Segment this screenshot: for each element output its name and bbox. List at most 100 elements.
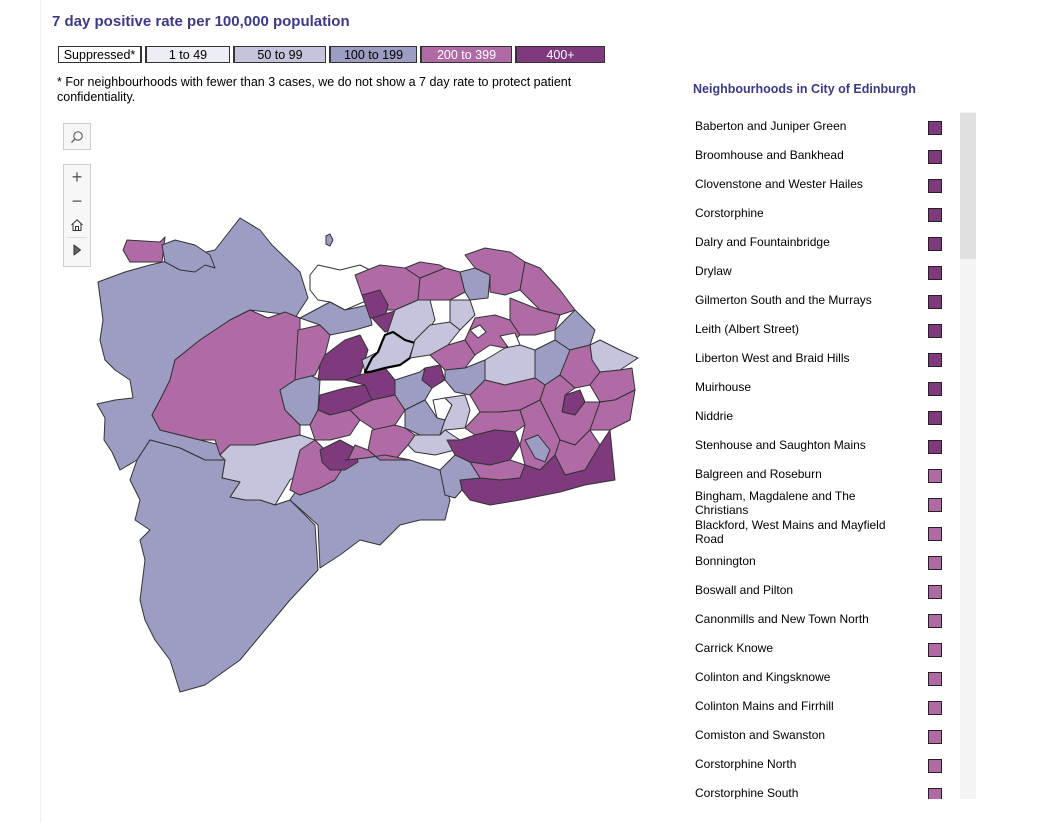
map-title: 7 day positive rate per 100,000 populati…: [52, 13, 350, 30]
color-swatch: [928, 150, 942, 164]
item-label: Corstorphine North: [695, 757, 797, 771]
list-item[interactable]: Colinton Mains and Firrhill: [693, 692, 955, 721]
color-swatch: [928, 208, 942, 222]
list-item[interactable]: Baberton and Juniper Green: [693, 112, 955, 141]
list-item[interactable]: Balgreen and Roseburn: [693, 460, 955, 489]
color-swatch: [928, 179, 942, 193]
page-edge: [40, 0, 41, 823]
scrollbar-thumb[interactable]: [960, 113, 976, 259]
list-item[interactable]: Muirhouse: [693, 373, 955, 402]
item-label: Liberton West and Braid Hills: [695, 351, 850, 365]
list-item[interactable]: Bingham, Magdalene and The Christians: [693, 489, 955, 518]
expand-button[interactable]: [64, 238, 90, 262]
color-swatch: [928, 266, 942, 280]
list-item[interactable]: Corstorphine: [693, 199, 955, 228]
map-zoom-controls: + −: [63, 164, 91, 267]
neighbourhood-list: Baberton and Juniper Green Broomhouse an…: [693, 112, 955, 799]
home-button[interactable]: [64, 213, 90, 237]
color-swatch: [928, 527, 942, 541]
zoom-out-button[interactable]: −: [64, 189, 90, 213]
list-item[interactable]: Clovenstone and Wester Hailes: [693, 170, 955, 199]
map-search-button[interactable]: [63, 123, 91, 150]
item-label: Comiston and Swanston: [695, 728, 826, 742]
search-icon: [71, 130, 83, 143]
item-label: Muirhouse: [695, 380, 752, 394]
list-item[interactable]: Drylaw: [693, 257, 955, 286]
legend-400-plus: 400+: [515, 46, 605, 63]
color-swatch: [928, 469, 942, 483]
list-item[interactable]: Carrick Knowe: [693, 634, 955, 663]
legend-100-to-199: 100 to 199: [329, 46, 417, 63]
item-label: Corstorphine South: [695, 786, 799, 799]
color-swatch: [928, 672, 942, 686]
color-swatch: [928, 788, 942, 799]
color-swatch: [928, 440, 942, 454]
list-item[interactable]: Niddrie: [693, 402, 955, 431]
item-label: Colinton Mains and Firrhill: [695, 699, 834, 713]
item-label: Balgreen and Roseburn: [695, 467, 822, 481]
list-item[interactable]: Liberton West and Braid Hills: [693, 344, 955, 373]
map-region[interactable]: [367, 424, 416, 461]
item-label: Bonnington: [695, 554, 756, 568]
map-region[interactable]: [309, 409, 361, 441]
color-swatch: [928, 498, 942, 512]
item-label: Broomhouse and Bankhead: [695, 148, 844, 162]
item-label: Carrick Knowe: [695, 641, 774, 655]
suppression-note: * For neighbourhoods with fewer than 3 c…: [57, 75, 572, 104]
list-item[interactable]: Corstorphine South: [693, 779, 955, 799]
color-swatch: [928, 382, 942, 396]
list-item[interactable]: Boswall and Pilton: [693, 576, 955, 605]
legend: Suppressed* 1 to 49 50 to 99 100 to 199 …: [58, 46, 605, 63]
item-label: Colinton and Kingsknowe: [695, 670, 831, 684]
item-label: Stenhouse and Saughton Mains: [695, 438, 866, 452]
choropleth-map: [96, 217, 639, 693]
item-label: Clovenstone and Wester Hailes: [695, 177, 863, 191]
item-label: Boswall and Pilton: [695, 583, 794, 597]
color-swatch: [928, 730, 942, 744]
list-item[interactable]: Blackford, West Mains and Mayfield Road: [693, 518, 955, 547]
item-label: Baberton and Juniper Green: [695, 119, 847, 133]
color-swatch: [928, 411, 942, 425]
list-item[interactable]: Canonmills and New Town North: [693, 605, 955, 634]
list-item[interactable]: Dalry and Fountainbridge: [693, 228, 955, 257]
color-swatch: [928, 643, 942, 657]
list-item[interactable]: Corstorphine North: [693, 750, 955, 779]
legend-200-to-399: 200 to 399: [420, 46, 512, 63]
color-swatch: [928, 237, 942, 251]
list-item[interactable]: Stenhouse and Saughton Mains: [693, 431, 955, 460]
item-label: Dalry and Fountainbridge: [695, 235, 830, 249]
color-swatch: [928, 614, 942, 628]
legend-50-to-99: 50 to 99: [233, 46, 326, 63]
color-swatch: [928, 295, 942, 309]
map-region[interactable]: [554, 309, 596, 351]
color-swatch: [928, 556, 942, 570]
map-region[interactable]: [484, 344, 536, 386]
list-item[interactable]: Gilmerton South and the Murrays: [693, 286, 955, 315]
legend-1-to-49: 1 to 49: [145, 46, 230, 63]
item-label: Blackford, West Mains and Mayfield Road: [695, 518, 886, 546]
item-label: Leith (Albert Street): [695, 322, 800, 336]
list-item[interactable]: Leith (Albert Street): [693, 315, 955, 344]
map-region[interactable]: [122, 236, 166, 263]
color-swatch: [928, 701, 942, 715]
item-label: Corstorphine: [695, 206, 764, 220]
item-label: Niddrie: [695, 409, 734, 423]
legend-suppressed: Suppressed*: [58, 46, 142, 63]
item-label: Gilmerton South and the Murrays: [695, 293, 872, 307]
map-region[interactable]: [325, 233, 334, 247]
item-label: Bingham, Magdalene and The Christians: [695, 489, 856, 517]
color-swatch: [928, 324, 942, 338]
color-swatch: [928, 353, 942, 367]
sidebar-title: Neighbourhoods in City of Edinburgh: [693, 82, 916, 96]
zoom-in-button[interactable]: +: [64, 165, 90, 189]
play-icon: [73, 244, 81, 256]
list-scrollbar[interactable]: [960, 112, 976, 799]
home-icon: [71, 219, 83, 231]
list-item[interactable]: Comiston and Swanston: [693, 721, 955, 750]
list-item[interactable]: Bonnington: [693, 547, 955, 576]
color-swatch: [928, 759, 942, 773]
list-item[interactable]: Broomhouse and Bankhead: [693, 141, 955, 170]
color-swatch: [928, 585, 942, 599]
list-item[interactable]: Colinton and Kingsknowe: [693, 663, 955, 692]
item-label: Drylaw: [695, 264, 732, 278]
